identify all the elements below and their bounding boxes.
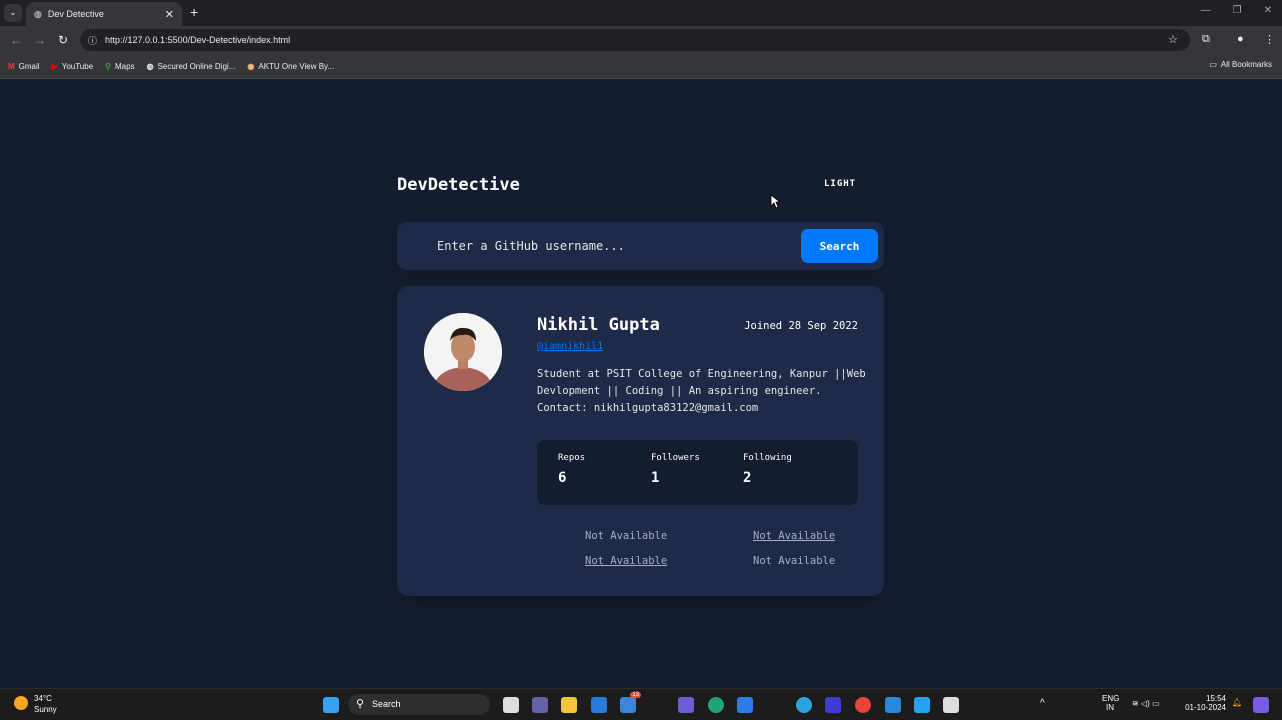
copilot-icon[interactable]: [1253, 697, 1269, 713]
profile-bio: Student at PSIT College of Engineering, …: [537, 368, 866, 414]
media-icon[interactable]: [678, 697, 694, 713]
info-icon[interactable]: ⓘ: [88, 34, 97, 47]
search-button[interactable]: Search: [801, 229, 878, 263]
todo-icon[interactable]: [885, 697, 901, 713]
bookmark-secured[interactable]: ◍ Secured Online Digi...: [147, 62, 236, 71]
start-icon[interactable]: [323, 697, 339, 713]
vscode-icon[interactable]: [914, 697, 930, 713]
weather-icon[interactable]: [14, 696, 28, 710]
mouse-cursor-icon: [770, 194, 780, 209]
notification-bell-icon[interactable]: 🔔︎: [1232, 698, 1242, 707]
extensions-icon[interactable]: ⧉: [1202, 33, 1210, 46]
bookmark-aktu[interactable]: ◉ AKTU One View By...: [247, 62, 334, 71]
avatar: [424, 313, 502, 391]
taskbar-search[interactable]: ⚲ Search: [348, 694, 490, 715]
address-bar-row: ← → ↻ ⓘ http://127.0.0.1:5500/Dev-Detecti…: [0, 26, 1282, 54]
globe-icon: ◍: [34, 8, 42, 19]
search-bar: Search: [397, 222, 884, 270]
bookmarks-bar: M Gmail ▶ YouTube ⚲ Maps ◍ Secured Online Di…: [0, 54, 1282, 79]
location: Not Available: [585, 530, 668, 542]
profile-card: Nikhil Gupta Joined 28 Sep 2022 @iamnikh…: [397, 286, 884, 596]
close-tab-icon[interactable]: ✕: [165, 8, 174, 21]
back-button[interactable]: ←: [10, 33, 22, 47]
taskbar: 34°C Sunny ⚲ Search 13 ^ ENG IN ≋ ◁) ▭ 15:…: [0, 688, 1282, 720]
telegram-icon[interactable]: [796, 697, 812, 713]
bookmark-star-icon[interactable]: ☆: [1168, 33, 1178, 46]
profile-icon[interactable]: ●: [1237, 33, 1244, 45]
username-link[interactable]: @iamnikhil1: [537, 341, 603, 352]
app2-icon[interactable]: [825, 697, 841, 713]
app-logo: DevDetective: [397, 175, 520, 195]
forward-button[interactable]: →: [34, 33, 46, 47]
website-link[interactable]: Not Available: [753, 530, 835, 542]
theme-toggle[interactable]: LIGHT: [824, 179, 856, 189]
tab-search-button[interactable]: ⌄: [4, 4, 22, 22]
reload-button[interactable]: ↻: [58, 33, 68, 47]
stats-box: Repos 6 Followers 1 Following 2: [537, 440, 858, 505]
edge-icon[interactable]: [708, 697, 724, 713]
mail-icon[interactable]: 13: [620, 692, 641, 713]
company: Not Available: [753, 555, 836, 567]
menu-icon[interactable]: ⋮: [1264, 33, 1275, 46]
stat-following: Following 2: [743, 453, 792, 486]
joined-date: Joined 28 Sep 2022: [744, 320, 858, 332]
weather-desc[interactable]: Sunny: [34, 705, 57, 714]
lang-indicator[interactable]: ENG IN: [1102, 694, 1119, 712]
maximize-button[interactable]: ❐: [1233, 5, 1242, 16]
file-explorer-icon[interactable]: [561, 697, 577, 713]
clock[interactable]: 15:54 01-10-2024: [1184, 694, 1226, 712]
tab-bar: ⌄ ◍ Dev Detective ✕ + — ❐ ✕: [0, 0, 1282, 26]
stat-repos: Repos 6: [558, 453, 586, 486]
username-input[interactable]: [437, 234, 787, 258]
app3-icon[interactable]: [943, 697, 959, 713]
teams-icon[interactable]: [532, 697, 548, 713]
network-volume-battery-icons[interactable]: ≋ ◁) ▭: [1132, 699, 1160, 708]
calendar-app-icon[interactable]: [591, 697, 607, 713]
weather-temp[interactable]: 34°C: [34, 694, 52, 703]
chrome-icon[interactable]: [855, 697, 871, 713]
profile-name: Nikhil Gupta: [537, 315, 660, 335]
bookmark-maps[interactable]: ⚲ Maps: [105, 62, 134, 71]
close-window-button[interactable]: ✕: [1264, 5, 1272, 16]
stat-followers: Followers 1: [651, 453, 700, 486]
new-tab-button[interactable]: +: [190, 4, 198, 20]
task-view-icon[interactable]: [503, 697, 519, 713]
tab-dev-detective[interactable]: ◍ Dev Detective ✕: [26, 2, 182, 26]
bookmark-gmail[interactable]: M Gmail: [8, 62, 40, 71]
search-icon: ⚲: [356, 698, 365, 710]
tray-chevron-icon[interactable]: ^: [1040, 698, 1045, 709]
bookmark-youtube[interactable]: ▶ YouTube: [52, 62, 94, 71]
url-input[interactable]: ⓘ http://127.0.0.1:5500/Dev-Detective/ind…: [80, 29, 1190, 51]
all-bookmarks[interactable]: ▭ All Bookmarks: [1209, 60, 1272, 69]
app-icon[interactable]: [737, 697, 753, 713]
twitter-link[interactable]: Not Available: [585, 555, 667, 567]
minimize-button[interactable]: —: [1201, 5, 1211, 16]
